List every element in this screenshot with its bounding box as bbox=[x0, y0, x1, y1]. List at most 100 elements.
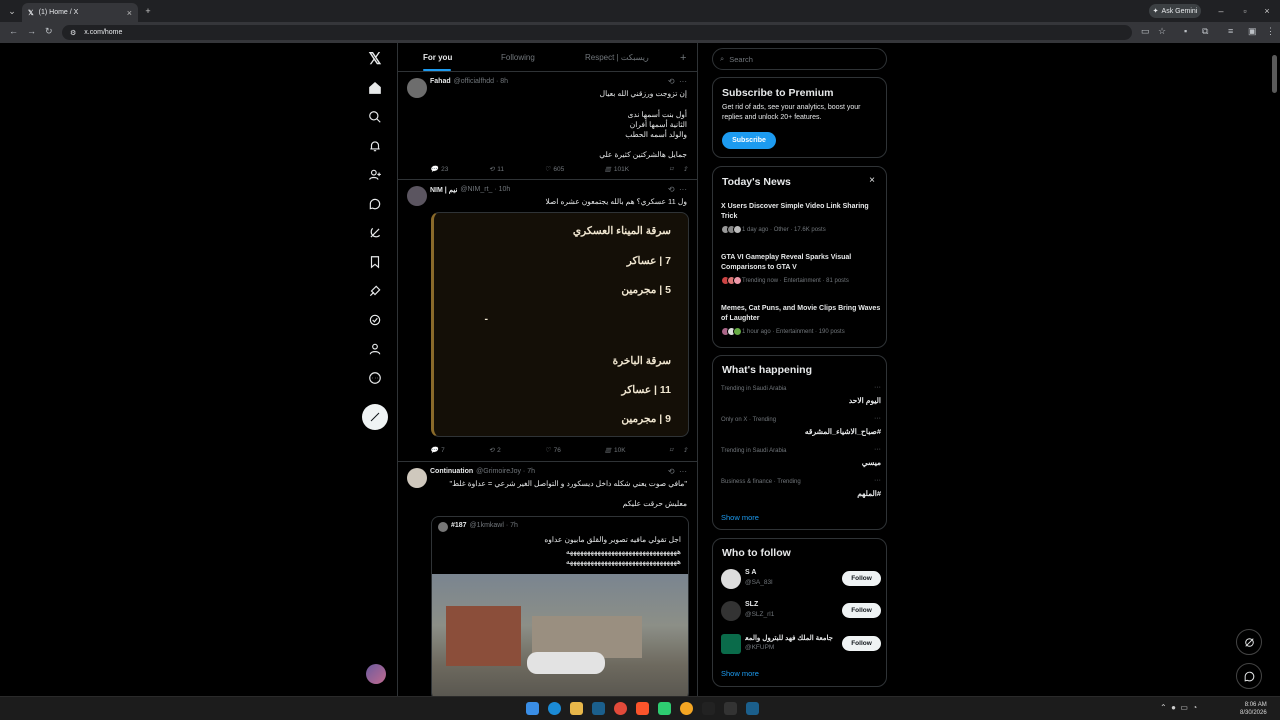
post-more-icon[interactable]: ⟲ ··· bbox=[668, 77, 687, 86]
repost-button[interactable]: ⟲ 11 bbox=[489, 165, 504, 174]
bookmark-share-buttons[interactable]: ⌑ ⇪ bbox=[670, 446, 688, 454]
tab-respect[interactable]: Respect | ريسبكت bbox=[585, 43, 649, 72]
suggestion-name[interactable]: S A bbox=[745, 569, 756, 576]
trend-item[interactable]: Only on X · Trending ··· #صباح_الاشياء_الم… bbox=[721, 415, 881, 436]
chrome-menu-icon[interactable]: ⋮ bbox=[1266, 26, 1275, 37]
suggestion-name[interactable]: جامعة الملك فهد للبترول والمعادن bbox=[745, 634, 833, 642]
messages-floating-button[interactable] bbox=[1236, 663, 1262, 689]
show-more-link[interactable]: Show more bbox=[721, 669, 759, 678]
close-tab-icon[interactable]: × bbox=[127, 8, 132, 18]
chrome-icon[interactable] bbox=[614, 702, 627, 715]
system-tray-icons[interactable]: ⌃ ● ▭ ◔ bbox=[1160, 703, 1197, 712]
views-button[interactable]: ▥ 10K bbox=[605, 446, 626, 455]
avatar[interactable] bbox=[407, 78, 427, 98]
kfupm-logo[interactable] bbox=[721, 634, 741, 654]
trend-more-icon[interactable]: ··· bbox=[874, 415, 881, 422]
reload-icon[interactable]: ↻ bbox=[45, 26, 53, 37]
reply-button[interactable]: 💬 7 bbox=[430, 446, 445, 455]
trend-item[interactable]: Trending in Saudi Arabia ··· اليوم الاحد bbox=[721, 384, 881, 405]
avatar[interactable] bbox=[407, 468, 427, 488]
extensions-puzzle-icon[interactable]: ⧉ bbox=[1202, 26, 1208, 37]
like-button[interactable]: ♡ 76 bbox=[545, 446, 561, 455]
browser-tab[interactable]: 𝕏 (1) Home / X × bbox=[22, 3, 138, 22]
follow-button[interactable]: Follow bbox=[842, 571, 881, 586]
post-author-handle[interactable]: @NIM_rt_ · 10h bbox=[460, 186, 510, 194]
minimize-icon[interactable]: – bbox=[1214, 0, 1228, 22]
steam-icon[interactable] bbox=[746, 702, 759, 715]
back-icon[interactable]: ← bbox=[9, 26, 18, 36]
explore-search-icon[interactable] bbox=[363, 105, 387, 129]
follow-button[interactable]: Follow bbox=[842, 603, 881, 618]
jobs-rocket-icon[interactable] bbox=[363, 279, 387, 303]
media-controls-icon[interactable]: ≡ bbox=[1228, 26, 1233, 36]
trend-item[interactable]: Trending in Saudi Arabia ··· ميسي bbox=[721, 446, 881, 467]
home-icon[interactable] bbox=[363, 76, 387, 100]
follow-suggestion[interactable]: جامعة الملك فهد للبترول والمعادن @KFUPM … bbox=[721, 632, 881, 656]
close-window-icon[interactable]: × bbox=[1260, 0, 1274, 22]
search-input[interactable]: ⌕ Search bbox=[712, 48, 887, 70]
verified-icon[interactable] bbox=[363, 308, 387, 332]
trend-more-icon[interactable]: ··· bbox=[874, 446, 881, 453]
quoted-video-thumbnail[interactable] bbox=[432, 574, 688, 696]
trend-more-icon[interactable]: ··· bbox=[874, 384, 881, 391]
post-more-icon[interactable]: ⟲ ··· bbox=[668, 467, 687, 476]
grok-icon[interactable] bbox=[363, 221, 387, 245]
post-author-name[interactable]: Fahad bbox=[430, 78, 451, 85]
compose-post-button[interactable] bbox=[362, 404, 388, 430]
taskbar-clock[interactable]: 8:06 AM 8/30/2026 bbox=[1240, 701, 1267, 717]
tab-for-you[interactable]: For you bbox=[423, 43, 452, 72]
address-bar[interactable]: ⚙ x.com/home bbox=[62, 25, 1132, 40]
follow-suggestion[interactable]: S A @SA_83l Follow bbox=[721, 567, 881, 591]
new-tab-icon[interactable]: + bbox=[142, 0, 154, 22]
post-author-handle[interactable]: @officialfhdd · 8h bbox=[454, 78, 508, 85]
bookmarks-icon[interactable] bbox=[363, 250, 387, 274]
trend-item[interactable]: Business & finance · Trending ··· #الملهم bbox=[721, 477, 881, 498]
tab-following[interactable]: Following bbox=[501, 43, 535, 72]
profile-person-icon[interactable] bbox=[363, 337, 387, 361]
x-logo-icon[interactable]: 𝕏 bbox=[363, 47, 387, 71]
follow-people-icon[interactable] bbox=[363, 163, 387, 187]
post-more-icon[interactable]: ⟲ ··· bbox=[668, 185, 687, 194]
avatar[interactable] bbox=[721, 569, 741, 589]
bookmark-star-icon[interactable]: ☆ bbox=[1158, 26, 1166, 37]
show-more-link[interactable]: Show more bbox=[721, 513, 759, 522]
news-item[interactable]: Memes, Cat Puns, and Movie Clips Bring W… bbox=[721, 304, 883, 336]
forward-icon[interactable]: → bbox=[27, 26, 36, 36]
avatar[interactable] bbox=[407, 186, 427, 206]
reply-button[interactable]: 💬 23 bbox=[430, 165, 448, 174]
post[interactable]: NIM | نيم @NIM_rt_ · 10h ⟲ ··· ول 11 عسكر… bbox=[398, 181, 697, 462]
file-explorer-icon[interactable] bbox=[570, 702, 583, 715]
notifications-bell-icon[interactable] bbox=[363, 134, 387, 158]
extension-icon[interactable]: ▪ bbox=[1184, 26, 1187, 36]
ask-gemini-button[interactable]: ✦ Ask Gemini bbox=[1149, 4, 1201, 18]
subscribe-button[interactable]: Subscribe bbox=[722, 132, 776, 149]
trend-more-icon[interactable]: ··· bbox=[874, 477, 881, 484]
close-icon[interactable]: × bbox=[869, 175, 875, 186]
grok-chat-icon[interactable] bbox=[363, 192, 387, 216]
post-author-handle[interactable]: @GrimoireJoy · 7h bbox=[476, 468, 535, 475]
tab-search-icon[interactable]: ⌄ bbox=[4, 0, 20, 22]
bookmark-share-buttons[interactable]: ⌑ ⇪ bbox=[670, 165, 688, 173]
account-avatar[interactable] bbox=[366, 664, 386, 684]
edge-icon[interactable] bbox=[548, 702, 561, 715]
follow-button[interactable]: Follow bbox=[842, 636, 881, 651]
post-author-name[interactable]: NIM | نيم bbox=[430, 186, 457, 194]
start-windows-icon[interactable] bbox=[526, 702, 539, 715]
views-button[interactable]: ▥ 101K bbox=[605, 165, 629, 174]
site-info-icon[interactable]: ⚙ bbox=[70, 29, 76, 37]
app-icon[interactable] bbox=[658, 702, 671, 715]
post[interactable]: Fahad @officialfhdd · 8h ⟲ ··· إن تزوجت و… bbox=[398, 73, 697, 180]
add-tab-icon[interactable]: + bbox=[680, 43, 686, 72]
quoted-post[interactable]: #187 @1kmkawl · 7h اجل تقولي مافيه تصوير … bbox=[431, 516, 689, 696]
install-app-icon[interactable]: ▭ bbox=[1141, 26, 1150, 37]
steam-icon[interactable] bbox=[592, 702, 605, 715]
scrollbar-thumb[interactable] bbox=[1272, 55, 1277, 93]
news-item[interactable]: GTA VI Gameplay Reveal Sparks Visual Com… bbox=[721, 253, 883, 285]
more-circle-icon[interactable] bbox=[363, 366, 387, 390]
news-item[interactable]: X Users Discover Simple Video Link Shari… bbox=[721, 202, 883, 234]
maximize-icon[interactable]: ▫ bbox=[1238, 0, 1252, 22]
epic-games-icon[interactable] bbox=[702, 702, 715, 715]
avatar[interactable] bbox=[721, 601, 741, 621]
post-image[interactable]: سرقة الميناء العسكري 7 | عساكر 5 | مجرمي… bbox=[431, 212, 689, 437]
settings-icon[interactable] bbox=[724, 702, 737, 715]
